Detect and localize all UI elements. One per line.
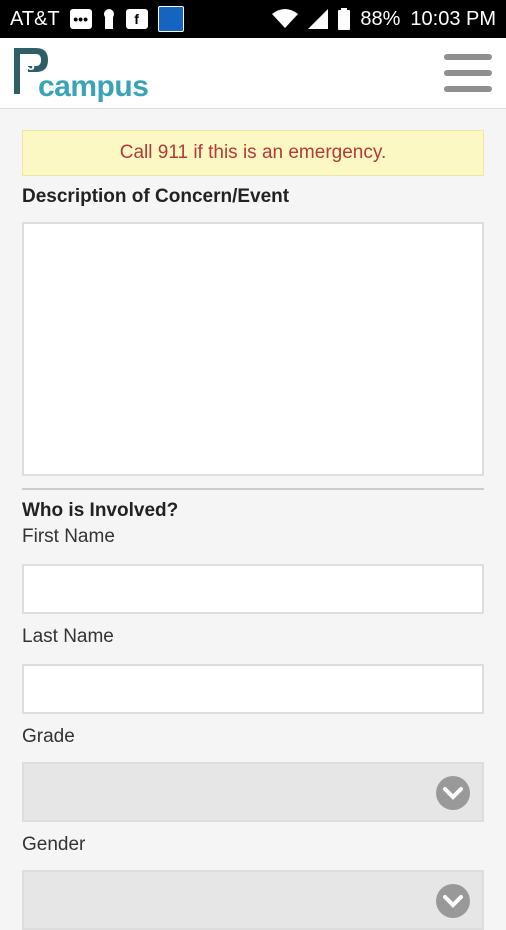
logo[interactable]: 3 campus [14,48,149,104]
last-name-input[interactable] [22,664,484,714]
first-name-input[interactable] [22,564,484,614]
emergency-alert-text: Call 911 if this is an emergency. [119,142,387,163]
status-right: 88% 10:03 PM [272,8,496,31]
facebook-icon: f [125,9,148,29]
grade-select[interactable] [22,762,484,822]
grade-label: Grade [22,726,75,747]
status-left: AT&T ••• f [10,6,184,32]
app-header: 3 campus [0,38,506,109]
first-name-label: First Name [22,526,115,547]
battery-percent: 88% [360,7,401,30]
wifi-icon [272,9,299,29]
chevron-down-icon [436,776,470,810]
status-bar: AT&T ••• f 88% 10:03 PM [0,0,506,38]
svg-text:3: 3 [27,57,35,73]
app-notification-icon [157,6,184,32]
last-name-label: Last Name [22,626,114,647]
report-form: Call 911 if this is an emergency. Descri… [22,130,484,930]
message-icon: ••• [69,9,92,29]
keyhole-icon [102,8,116,30]
logo-text: campus [38,70,149,103]
gender-label: Gender [22,834,86,855]
hamburger-menu-icon[interactable] [444,54,492,92]
clock: 10:03 PM [410,7,496,30]
chevron-down-icon [436,884,470,918]
signal-icon [308,9,329,29]
description-textarea[interactable] [22,222,484,476]
section-divider [22,488,484,490]
gender-select[interactable] [22,870,484,930]
battery-icon [338,8,351,30]
emergency-alert: Call 911 if this is an emergency. [22,130,484,176]
carrier-name: AT&T [10,7,60,30]
who-involved-title: Who is Involved? [22,500,179,521]
description-label: Description of Concern/Event [22,186,290,207]
